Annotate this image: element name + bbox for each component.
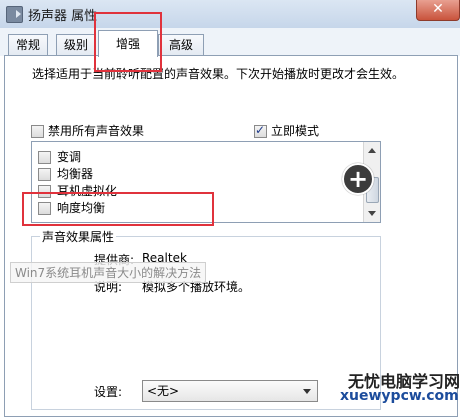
chevron-down-icon [303,389,311,394]
scroll-down-icon[interactable] [368,211,376,216]
settings-select[interactable]: <无> [142,380,318,402]
disable-all-checkbox[interactable] [31,125,44,138]
close-button[interactable]: ✕ [416,0,460,21]
list-item[interactable]: 变调 [38,148,81,166]
effect-label: 均衡器 [57,167,94,181]
watermark-caption: Win7系统耳机声音大小的解决方法 [10,262,207,283]
list-item[interactable]: 均衡器 [38,165,93,183]
effect-properties-legend: 声音效果属性 [40,228,117,245]
effect-label: 变调 [57,150,82,164]
effect-label: 耳机虚拟化 [57,184,118,198]
immediate-mode-label: 立即模式 [271,124,320,138]
scroll-up-icon[interactable] [368,148,376,153]
list-item[interactable]: 耳机虚拟化 [38,182,117,200]
tab-strip: 常规 级别 增强 高级 [0,28,460,57]
title-bar: 扬声器 属性 ✕ [0,0,460,29]
list-item[interactable]: 响度均衡 [38,199,105,217]
disable-all-option[interactable]: 禁用所有声音效果 [31,122,144,139]
settings-value: <无> [147,384,180,398]
tab-advanced[interactable]: 高级 [158,34,204,55]
tab-enhancements[interactable]: 增强 [98,30,158,57]
effect-checkbox[interactable] [38,168,51,181]
immediate-mode-checkbox[interactable] [254,123,267,138]
disable-all-label: 禁用所有声音效果 [48,124,145,138]
effect-label: 响度均衡 [57,201,106,215]
plus-icon: + [347,165,369,193]
window-title: 扬声器 属性 [28,9,98,24]
effect-checkbox[interactable] [38,202,51,215]
effect-checkbox[interactable] [38,185,51,198]
description-text: 选择适用于当前聆听配置的声音效果。下次开始播放时更改才会生效。 [32,67,405,81]
settings-label: 设置: [94,385,123,399]
tab-levels[interactable]: 级别 [56,34,96,55]
immediate-mode-option[interactable]: 立即模式 [254,122,319,139]
close-icon: ✕ [432,1,444,17]
effect-checkbox[interactable] [38,151,51,164]
effects-list[interactable]: 变调 均衡器 耳机虚拟化 响度均衡 [31,141,381,223]
site-url: xuewypcw.com [340,388,459,404]
tab-general[interactable]: 常规 [8,34,48,55]
speaker-icon [6,6,23,23]
zoom-plus-button[interactable]: + [342,163,374,195]
